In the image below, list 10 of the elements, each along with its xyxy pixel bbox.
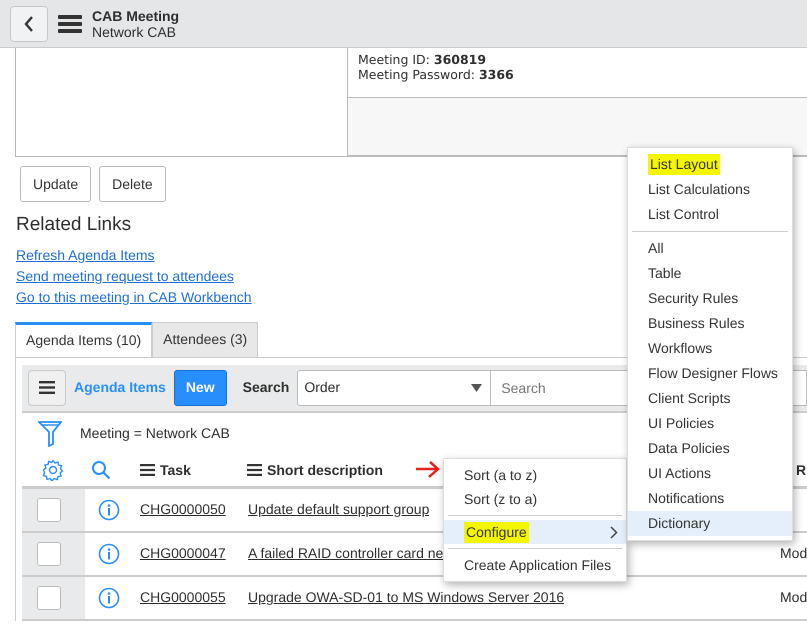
list-title: Agenda Items	[74, 378, 166, 398]
filter-condition: Meeting = Network CAB	[80, 424, 230, 444]
table-cell-text: Mod	[780, 588, 807, 608]
meeting-info-line: Meeting Password: 3366	[358, 67, 515, 82]
search-label: Search	[242, 378, 290, 398]
table-cell-text: Mod	[780, 544, 807, 564]
meeting-info-line: Meeting ID: 360819	[358, 52, 488, 67]
record-title: CAB Meeting	[92, 8, 180, 24]
record-subtitle: Network CAB	[92, 24, 176, 40]
section-heading: Related Links	[16, 214, 132, 237]
